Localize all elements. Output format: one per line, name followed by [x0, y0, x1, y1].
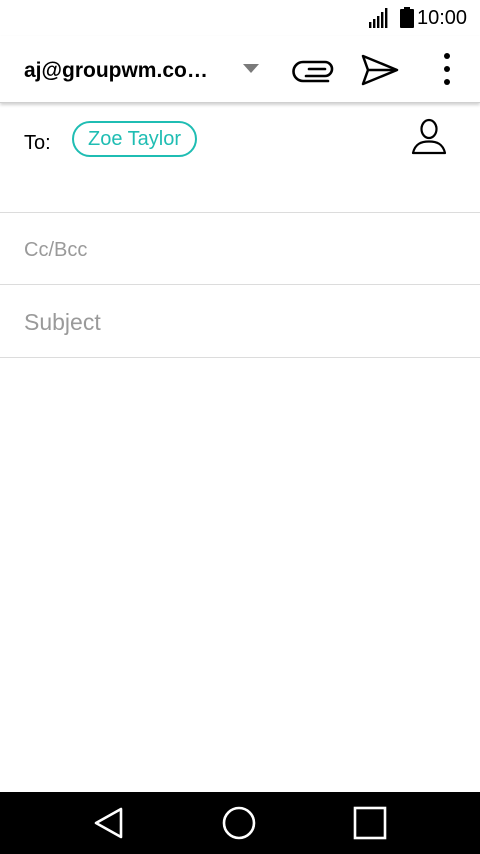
to-field[interactable]: To: Zoe Taylor	[0, 103, 480, 213]
battery-icon	[400, 7, 414, 28]
navigation-bar	[0, 792, 480, 854]
message-body[interactable]	[0, 358, 480, 792]
signal-icon	[368, 8, 390, 28]
person-icon[interactable]	[408, 117, 450, 159]
paperclip-icon[interactable]	[292, 55, 338, 85]
compose-toolbar: aj@groupwm.co…	[0, 36, 480, 103]
subject-row	[0, 285, 480, 358]
chevron-down-icon[interactable]	[243, 64, 259, 74]
home-icon[interactable]	[221, 805, 257, 841]
recents-icon[interactable]	[353, 806, 387, 840]
cc-bcc-row	[0, 213, 480, 285]
account-selector[interactable]: aj@groupwm.co…	[24, 57, 238, 85]
subject-input[interactable]	[24, 307, 444, 337]
more-vert-icon[interactable]	[434, 50, 460, 90]
clock: 10:00	[417, 7, 468, 29]
send-icon[interactable]	[358, 50, 402, 90]
to-label: To:	[24, 132, 51, 154]
recipient-chip[interactable]: Zoe Taylor	[72, 121, 198, 157]
cc-bcc-input[interactable]	[24, 237, 444, 263]
status-bar: 10:00	[0, 0, 480, 36]
back-icon[interactable]	[92, 804, 126, 842]
